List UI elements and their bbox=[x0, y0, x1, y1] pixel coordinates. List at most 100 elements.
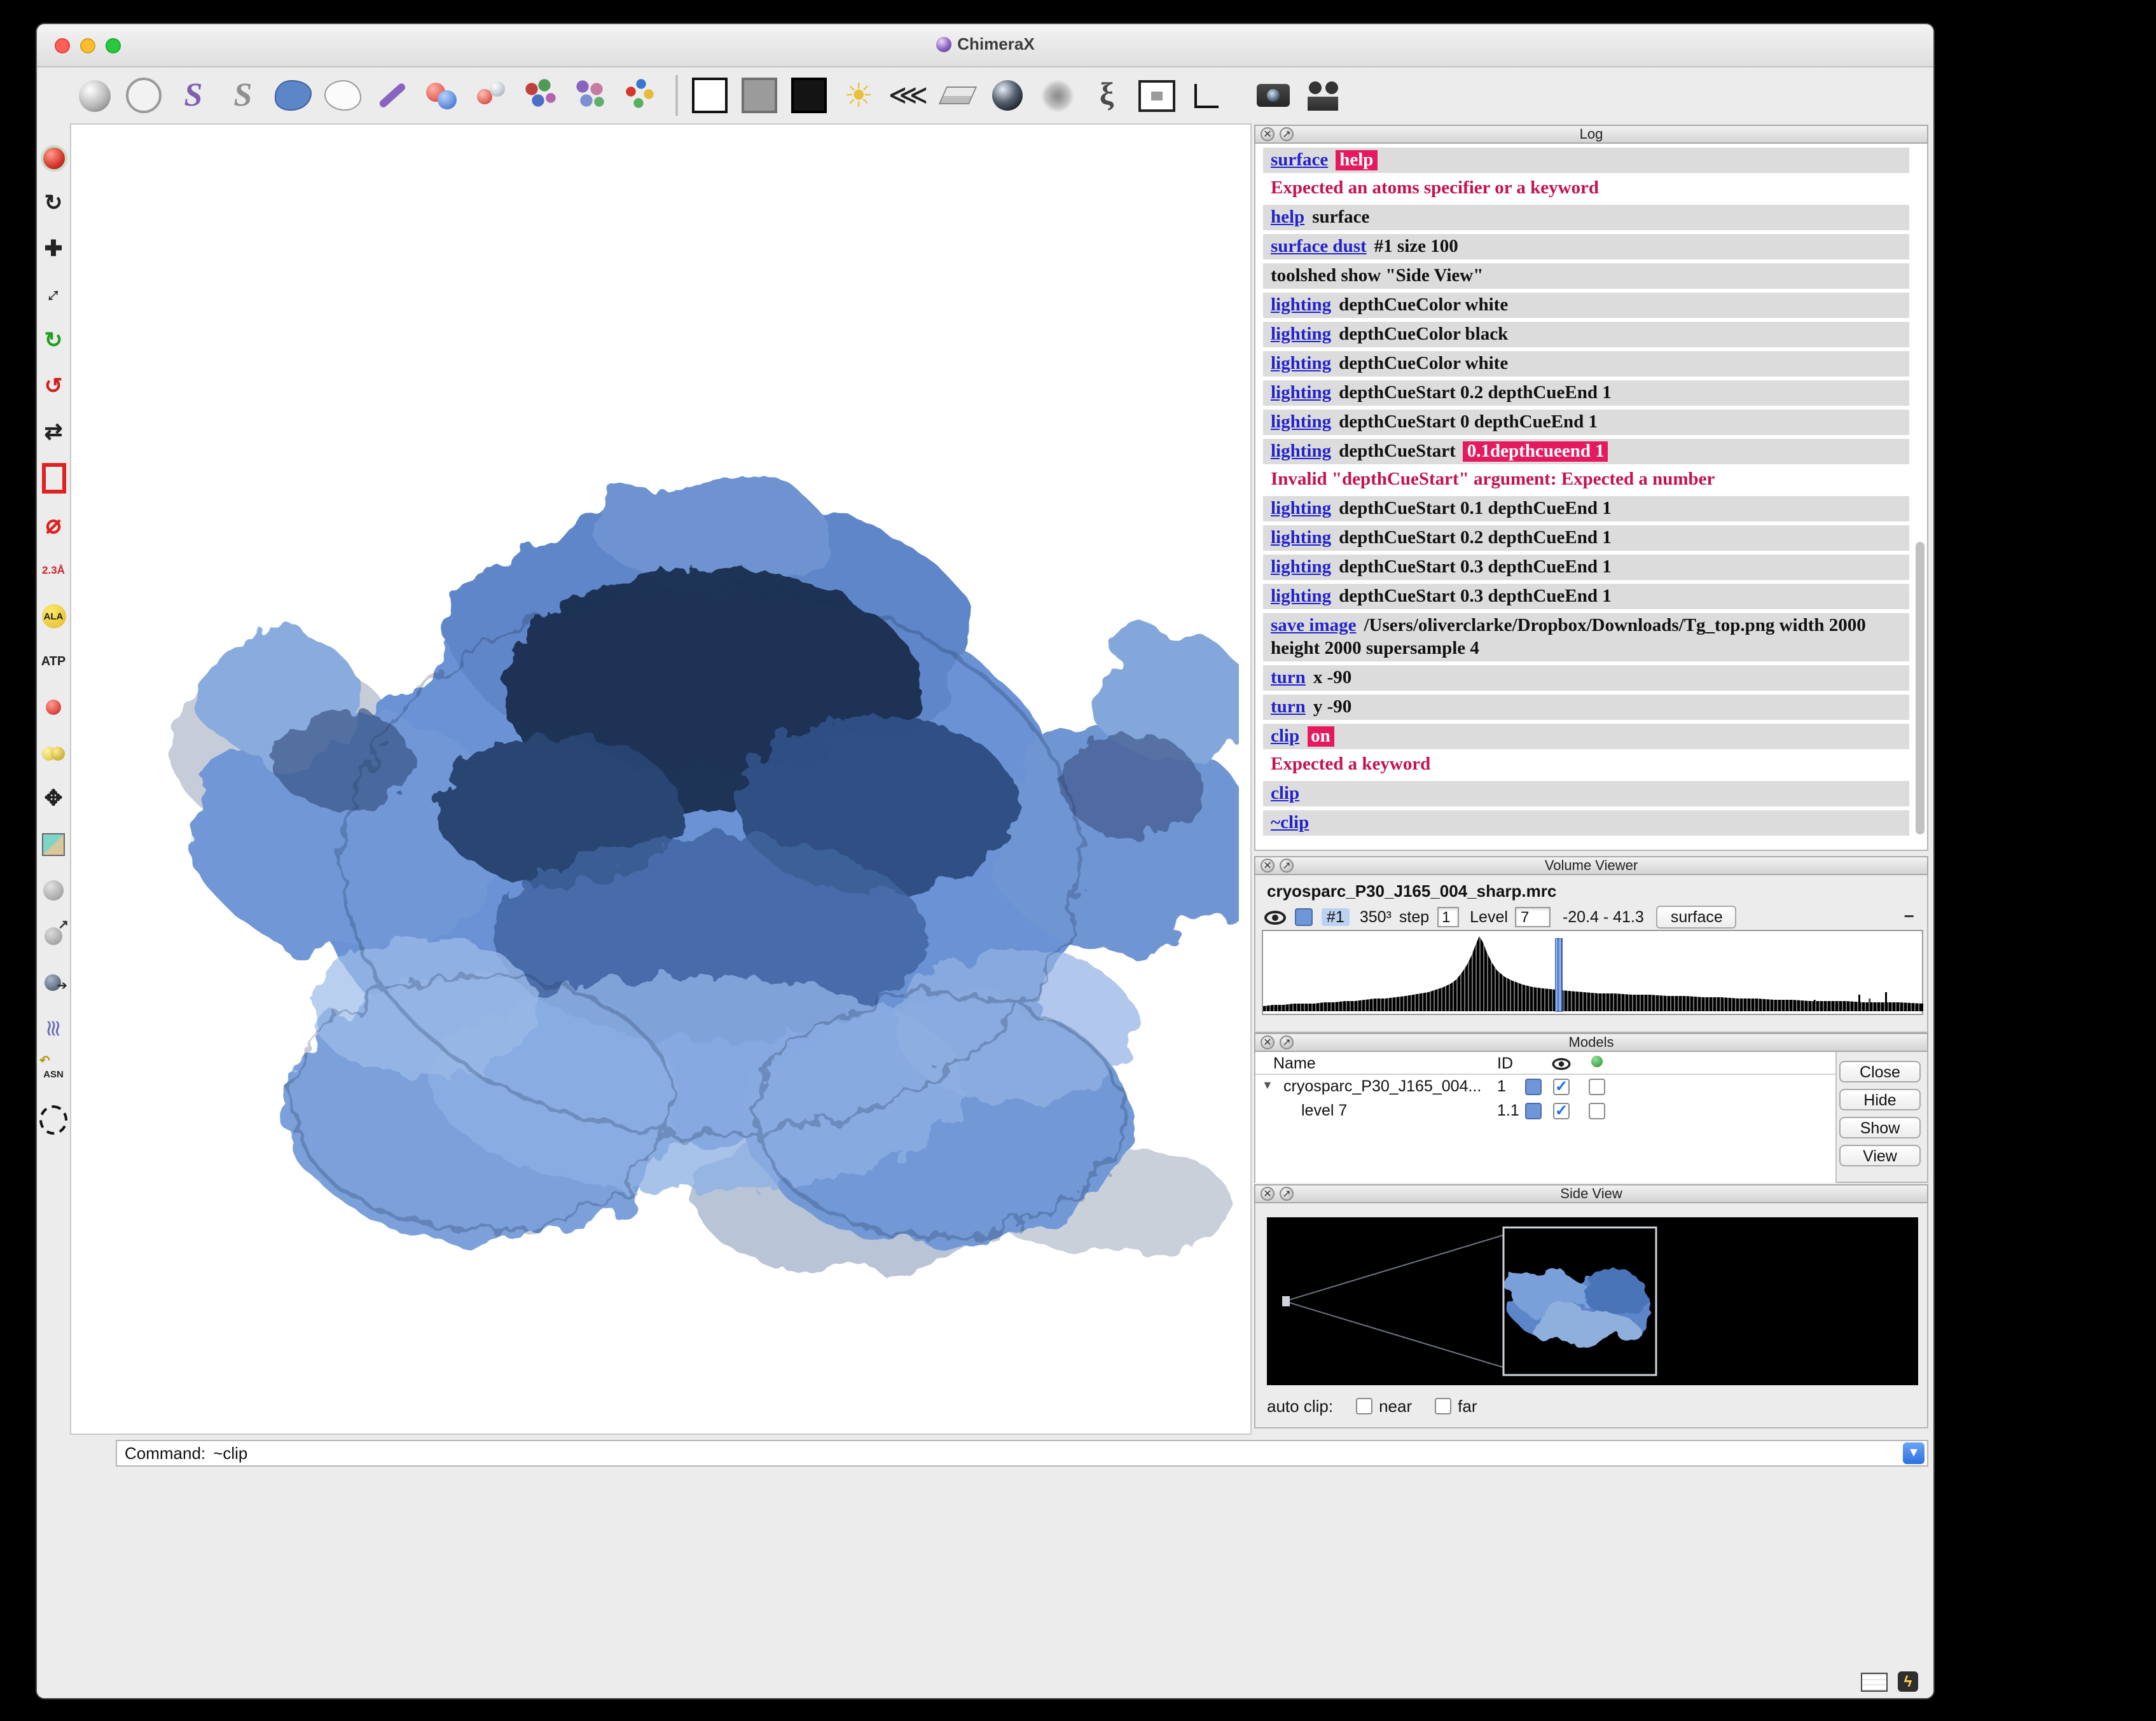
bg-white-square-icon[interactable] bbox=[691, 76, 729, 114]
command-input[interactable]: ~clip bbox=[213, 1444, 1903, 1463]
seahorse-icon[interactable] bbox=[1088, 76, 1126, 114]
zone-select-icon[interactable] bbox=[39, 1105, 67, 1133]
side-view-canvas[interactable] bbox=[1267, 1217, 1918, 1385]
bond-spheres-icon[interactable] bbox=[39, 739, 67, 767]
surface-blue-icon[interactable] bbox=[273, 76, 312, 114]
log-command-link[interactable]: lighting bbox=[1271, 324, 1331, 345]
swap-axes-icon[interactable] bbox=[39, 418, 67, 446]
model-row[interactable]: level 71.1✓ bbox=[1255, 1099, 1835, 1123]
volume-step-input[interactable]: 1 bbox=[1437, 907, 1458, 927]
log-command-link[interactable]: lighting bbox=[1271, 499, 1331, 519]
eraser-icon[interactable] bbox=[939, 76, 977, 114]
clip-off-icon[interactable] bbox=[39, 510, 67, 538]
translate-mode-icon[interactable] bbox=[39, 235, 67, 263]
models-show-button[interactable]: Show bbox=[1839, 1117, 1921, 1138]
volume-viewer-float-icon[interactable]: ↗ bbox=[1280, 859, 1294, 873]
models-hide-button[interactable]: Hide bbox=[1839, 1089, 1921, 1110]
log-command-link[interactable]: lighting bbox=[1271, 528, 1331, 548]
log-command-link[interactable]: turn bbox=[1271, 668, 1306, 688]
surface-white-icon[interactable] bbox=[323, 76, 361, 114]
side-view-float-icon[interactable]: ↗ bbox=[1280, 1187, 1294, 1201]
log-command-link[interactable]: save image bbox=[1271, 616, 1357, 636]
models-close-button[interactable]: Close bbox=[1839, 1061, 1921, 1082]
log-float-icon[interactable]: ↗ bbox=[1280, 127, 1294, 141]
log-command-link[interactable]: clip bbox=[1271, 726, 1299, 747]
log-command-link[interactable]: clip bbox=[1271, 784, 1299, 804]
framed-image-icon[interactable] bbox=[1137, 76, 1175, 114]
rotate-selected-icon[interactable] bbox=[39, 373, 67, 401]
auto-clip-near-checkbox[interactable] bbox=[1356, 1398, 1372, 1414]
spheres-red-blue-icon[interactable] bbox=[422, 76, 460, 114]
models-view-button[interactable]: View bbox=[1839, 1145, 1921, 1166]
log-command-link[interactable]: lighting bbox=[1271, 557, 1331, 577]
log-command-link[interactable]: lighting bbox=[1271, 383, 1331, 403]
cluster-b-icon[interactable] bbox=[571, 76, 609, 114]
move-xyz-icon[interactable] bbox=[39, 785, 67, 813]
shiny-sphere-icon[interactable] bbox=[988, 76, 1026, 114]
volume-color-swatch[interactable] bbox=[1295, 908, 1313, 926]
lighting-multi-icon[interactable] bbox=[889, 76, 927, 114]
volume-minimize-icon[interactable]: − bbox=[1904, 906, 1914, 926]
stick-purple-icon[interactable] bbox=[373, 76, 411, 114]
forward-sphere-icon[interactable] bbox=[39, 968, 67, 996]
log-command-link[interactable]: lighting bbox=[1271, 586, 1331, 607]
graphics-viewport[interactable] bbox=[70, 123, 1252, 1435]
cluster-a-icon[interactable] bbox=[522, 76, 560, 114]
model-color-swatch[interactable] bbox=[1525, 1079, 1542, 1095]
accelerator-icon[interactable]: ϟ bbox=[1898, 1671, 1918, 1692]
model-selected-checkbox[interactable] bbox=[1589, 1079, 1605, 1095]
lighting-bulb-icon[interactable] bbox=[840, 76, 878, 114]
log-scrollbar-thumb[interactable] bbox=[1916, 542, 1925, 834]
bg-gray-square-icon[interactable] bbox=[740, 76, 778, 114]
volume-level-input[interactable]: 7 bbox=[1516, 907, 1551, 927]
volume-viewer-close-icon[interactable]: ✕ bbox=[1261, 859, 1275, 873]
axes-icon[interactable] bbox=[1187, 76, 1225, 114]
atp-label-icon[interactable] bbox=[39, 647, 67, 675]
volume-shown-eye-icon[interactable] bbox=[1264, 910, 1286, 924]
model-color-swatch[interactable] bbox=[1525, 1103, 1542, 1119]
models-close-icon[interactable]: ✕ bbox=[1261, 1035, 1275, 1049]
ribbon-gray-icon[interactable] bbox=[224, 76, 262, 114]
atom-sphere-icon[interactable] bbox=[75, 76, 113, 114]
log-command-link[interactable]: ~clip bbox=[1271, 813, 1309, 833]
log-command-link[interactable]: lighting bbox=[1271, 354, 1331, 374]
volume-model-id[interactable]: #1 bbox=[1322, 908, 1350, 926]
label-ala-icon[interactable] bbox=[39, 602, 67, 630]
small-sphere-icon[interactable] bbox=[39, 693, 67, 721]
model-shown-checkbox[interactable]: ✓ bbox=[1553, 1103, 1570, 1119]
auto-clip-far-checkbox[interactable] bbox=[1435, 1398, 1451, 1414]
keyboard-panel-icon[interactable] bbox=[1861, 1672, 1888, 1691]
mouse-rotate-sphere-icon[interactable] bbox=[39, 144, 67, 172]
log-command-link[interactable]: surface dust bbox=[1271, 237, 1367, 257]
log-close-icon[interactable]: ✕ bbox=[1261, 127, 1275, 141]
log-command-link[interactable]: lighting bbox=[1271, 441, 1331, 462]
clip-slab-icon[interactable] bbox=[39, 464, 67, 492]
command-history-dropdown[interactable]: ▼ bbox=[1903, 1442, 1925, 1464]
swapaa-icon[interactable] bbox=[39, 1060, 67, 1088]
models-float-icon[interactable]: ↗ bbox=[1280, 1035, 1294, 1049]
zoom-mode-icon[interactable] bbox=[39, 281, 67, 309]
soft-blob-icon[interactable] bbox=[1038, 76, 1076, 114]
log-command-link[interactable]: turn bbox=[1271, 697, 1306, 717]
molecule-multi-icon[interactable] bbox=[621, 76, 659, 114]
distance-mode-icon[interactable] bbox=[39, 556, 67, 584]
disclosure-triangle-icon[interactable]: ▼ bbox=[1262, 1079, 1273, 1091]
log-command-link[interactable]: surface bbox=[1271, 150, 1328, 170]
volume-histogram[interactable] bbox=[1262, 930, 1923, 1015]
movie-camera-icon[interactable] bbox=[1304, 76, 1342, 114]
crop-volume-icon[interactable] bbox=[39, 831, 67, 859]
model-selected-checkbox[interactable] bbox=[1589, 1103, 1605, 1119]
ribbon-purple-icon[interactable] bbox=[174, 76, 212, 114]
ball-stick-icon[interactable] bbox=[472, 76, 510, 114]
log-command-link[interactable]: lighting bbox=[1271, 295, 1331, 315]
surface-blob-tool-icon[interactable] bbox=[39, 876, 67, 904]
volume-style-button[interactable]: surface bbox=[1657, 906, 1737, 929]
model-row[interactable]: ▼cryosparc_P30_J165_004...1✓ bbox=[1255, 1075, 1835, 1099]
rotate-mode-icon[interactable] bbox=[39, 190, 67, 218]
flat-ring-icon[interactable] bbox=[125, 76, 163, 114]
snapshot-camera-icon[interactable] bbox=[1254, 76, 1292, 114]
blob-move-icon[interactable] bbox=[39, 922, 67, 950]
bg-black-square-icon[interactable] bbox=[790, 76, 828, 114]
log-command-link[interactable]: lighting bbox=[1271, 412, 1331, 432]
spring-icon[interactable] bbox=[39, 1014, 67, 1042]
